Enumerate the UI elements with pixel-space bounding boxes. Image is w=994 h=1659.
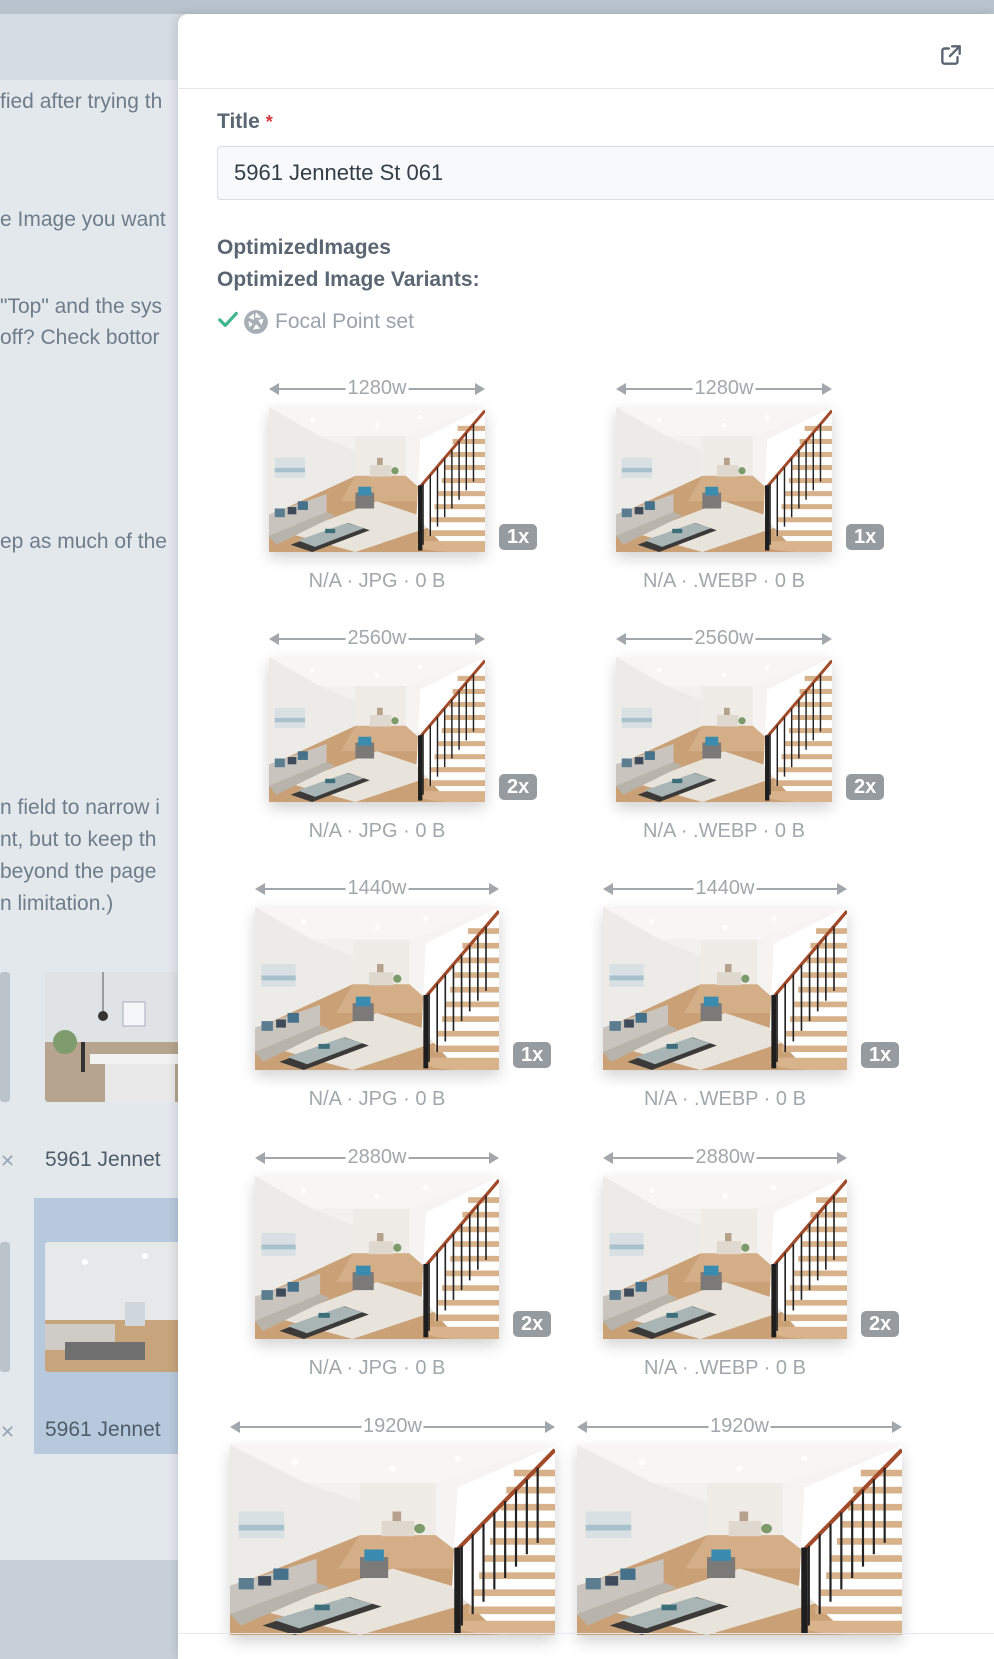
background-text: fied after trying th [0, 90, 163, 113]
width-dimension: 1920w [230, 1415, 555, 1438]
variant-image[interactable] [269, 407, 485, 552]
variant-meta: N/A · .WEBP · 0 B [644, 1088, 806, 1110]
background-text: "Top" and the sys [0, 295, 163, 318]
variant-meta: N/A · JPG · 0 B [308, 570, 446, 592]
width-dimension: 2560w [616, 627, 832, 650]
focal-point-status: Focal Point set [217, 308, 994, 336]
background-footer [0, 1560, 190, 1659]
background-topbar [0, 0, 994, 14]
density-badge: 2x [861, 1311, 900, 1337]
width-label: 1280w [692, 377, 756, 400]
density-badge: 1x [499, 524, 538, 550]
background-thumbnail [45, 972, 185, 1102]
variant-meta: N/A · JPG · 0 B [308, 1357, 446, 1379]
width-dimension: 2880w [255, 1146, 499, 1169]
variant-meta: N/A · JPG · 0 B [308, 820, 446, 842]
variant-meta: N/A · .WEBP · 0 B [643, 570, 805, 592]
variant-image[interactable] [269, 657, 485, 802]
section-title-line2: Optimized Image Variants: [217, 268, 480, 291]
width-label: 1440w [693, 877, 757, 900]
background-text: beyond the page [0, 860, 157, 883]
density-badge: 2x [513, 1311, 552, 1337]
background-text: n field to narrow i [0, 796, 160, 819]
background-thumbnail [45, 1242, 185, 1372]
focal-point-text: Focal Point set [275, 310, 414, 333]
width-dimension: 1440w [603, 877, 847, 900]
width-dimension: 1280w [269, 377, 485, 400]
drawer-body: Title* OptimizedImages Optimized Image V… [217, 110, 994, 336]
background-header [0, 14, 190, 80]
section-title-line1: OptimizedImages [217, 236, 391, 259]
width-label: 2560w [692, 627, 756, 650]
variant-image[interactable] [577, 1445, 902, 1635]
variant-meta: N/A · .WEBP · 0 B [644, 1357, 806, 1379]
variant-image[interactable] [603, 1176, 847, 1339]
check-icon [217, 308, 239, 336]
width-label: 2880w [693, 1146, 757, 1169]
background-text: nt, but to keep th [0, 828, 157, 851]
density-badge: 1x [861, 1042, 900, 1068]
title-input[interactable] [217, 146, 994, 200]
width-label: 1280w [345, 377, 409, 400]
background-thumb-caption: 5961 Jennet [45, 1418, 161, 1441]
background-text: n limitation.) [0, 892, 114, 915]
width-label: 2560w [345, 627, 409, 650]
remove-icon: ✕ [0, 1422, 16, 1442]
density-badge: 1x [513, 1042, 552, 1068]
width-label: 1920w [361, 1415, 424, 1438]
variant-meta: N/A · .WEBP · 0 B [643, 820, 805, 842]
external-link-icon[interactable] [938, 42, 964, 68]
background-thumbnail [0, 1242, 10, 1372]
background-text: off? Check bottor [0, 326, 160, 349]
variant-image[interactable] [616, 657, 832, 802]
required-mark: * [265, 112, 273, 132]
variant-image[interactable] [230, 1445, 555, 1635]
background-text: e Image you want [0, 208, 166, 231]
width-dimension: 1440w [255, 877, 499, 900]
remove-icon: ✕ [0, 1151, 16, 1171]
aperture-icon [243, 309, 269, 335]
variant-meta: N/A · JPG · 0 B [308, 1088, 446, 1110]
title-label: Title * [217, 110, 994, 134]
density-badge: 1x [846, 524, 885, 550]
variant-image[interactable] [603, 907, 847, 1070]
background-thumbnail [0, 972, 10, 1102]
background-text: ep as much of the [0, 530, 167, 553]
width-label: 1920w [708, 1415, 771, 1438]
variant-image[interactable] [255, 1176, 499, 1339]
section-title: OptimizedImages Optimized Image Variants… [217, 232, 994, 296]
width-label: 1440w [345, 877, 409, 900]
variant-image[interactable] [255, 907, 499, 1070]
width-dimension: 2880w [603, 1146, 847, 1169]
density-badge: 2x [846, 774, 885, 800]
width-label: 2880w [345, 1146, 409, 1169]
density-badge: 2x [499, 774, 538, 800]
width-dimension: 1920w [577, 1415, 902, 1438]
variant-image[interactable] [616, 407, 832, 552]
drawer-header [178, 14, 994, 89]
background-thumb-caption: 5961 Jennet [45, 1148, 161, 1171]
width-dimension: 2560w [269, 627, 485, 650]
drawer-footer-divider [178, 1633, 994, 1634]
title-label-text: Title [217, 110, 260, 133]
width-dimension: 1280w [616, 377, 832, 400]
image-detail-drawer: Title* OptimizedImages Optimized Image V… [178, 14, 994, 1659]
